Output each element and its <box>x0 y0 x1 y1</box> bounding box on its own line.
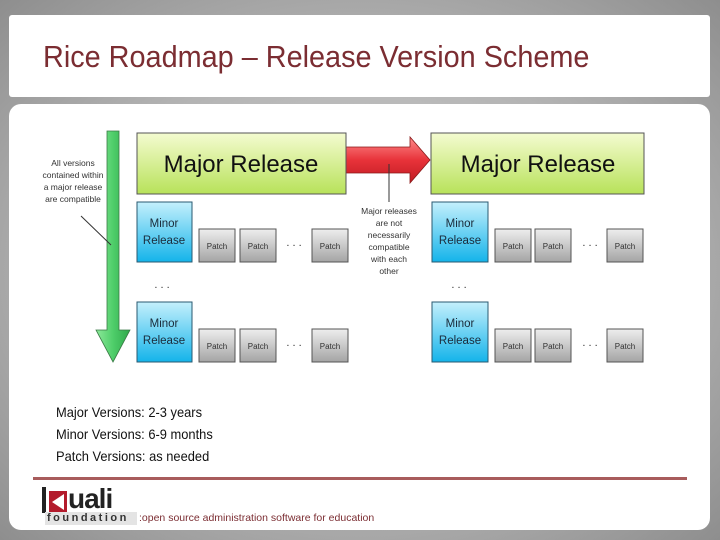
minor-release-box <box>431 201 489 263</box>
middle-note-line: necessarily <box>368 230 411 240</box>
middle-note: Major releases are not necessarily compa… <box>361 164 417 276</box>
major-release-group-1: Major Release Minor Release Patch Patch … <box>136 132 349 363</box>
minor-release-label: Release <box>143 235 185 247</box>
patch-ellipsis: . . . <box>582 237 597 249</box>
kuali-foundation-logo: uali foundation :open source administrat… <box>42 483 375 527</box>
patch-label: Patch <box>207 242 227 251</box>
patch-label: Patch <box>320 342 340 351</box>
minor-release-label: Release <box>439 235 481 247</box>
middle-note-line: Major releases <box>361 206 417 216</box>
patch-label: Patch <box>248 342 268 351</box>
patch-label: Patch <box>248 242 268 251</box>
left-note-line: a major release <box>44 182 103 192</box>
left-note-line: are compatible <box>45 194 101 204</box>
middle-note-line: compatible <box>368 242 409 252</box>
major-release-group-2: Major Release Minor Release Patch Patch … <box>430 132 645 363</box>
left-note-line: All versions <box>51 158 94 168</box>
minor-release-row: Minor Release Patch Patch . . . Patch <box>136 201 349 263</box>
minor-release-row: Minor Release Patch Patch . . . Patch <box>431 201 644 263</box>
patch-ellipsis: . . . <box>286 337 301 349</box>
left-note-pointer <box>80 215 112 246</box>
logo-word: uali <box>68 483 113 514</box>
major-transition-arrow <box>345 135 431 185</box>
logo-k-icon <box>49 491 67 513</box>
middle-note-line: with each <box>370 254 407 264</box>
patch-label: Patch <box>543 342 563 351</box>
minor-release-label: Release <box>143 335 185 347</box>
minor-release-label: Minor <box>446 218 475 230</box>
minor-versions-text: Minor Versions: 6-9 months <box>56 426 213 442</box>
minor-release-box <box>136 201 193 263</box>
version-cadence-list: Major Versions: 2-3 years Minor Versions… <box>56 401 226 467</box>
release-scheme-diagram: All versions contained within a major re… <box>43 130 645 363</box>
patch-ellipsis: . . . <box>286 237 301 249</box>
minor-release-label: Minor <box>446 318 475 330</box>
minor-release-label: Minor <box>150 218 179 230</box>
patch-label: Patch <box>207 342 227 351</box>
minor-release-label: Release <box>439 335 481 347</box>
footer-divider <box>33 477 687 480</box>
patch-label: Patch <box>503 242 523 251</box>
patch-label: Patch <box>503 342 523 351</box>
patch-label: Patch <box>615 242 635 251</box>
minor-release-label: Minor <box>150 318 179 330</box>
major-release-label: Major Release <box>164 151 319 178</box>
compatibility-down-arrow <box>95 130 131 363</box>
left-note: All versions contained within a major re… <box>43 158 112 246</box>
patch-label: Patch <box>615 342 635 351</box>
logo-bar <box>42 487 46 513</box>
patch-label: Patch <box>320 242 340 251</box>
minor-release-row: Minor Release Patch Patch . . . Patch <box>136 301 349 363</box>
patch-versions-text: Patch Versions: as needed <box>56 448 210 464</box>
minor-release-box <box>431 301 489 363</box>
logo-tagline: :open source administration software for… <box>139 512 375 524</box>
logo-foundation: foundation <box>45 512 137 525</box>
major-versions-text: Major Versions: 2-3 years <box>56 404 203 420</box>
minor-ellipsis: . . . <box>451 279 466 291</box>
minor-ellipsis: . . . <box>154 279 169 291</box>
minor-release-row: Minor Release Patch Patch . . . Patch <box>431 301 644 363</box>
left-note-line: contained within <box>43 170 104 180</box>
patch-ellipsis: . . . <box>582 337 597 349</box>
middle-note-line: other <box>379 266 399 276</box>
minor-release-box <box>136 301 193 363</box>
patch-label: Patch <box>543 242 563 251</box>
middle-note-line: are not <box>376 218 403 228</box>
major-release-label: Major Release <box>461 151 616 178</box>
